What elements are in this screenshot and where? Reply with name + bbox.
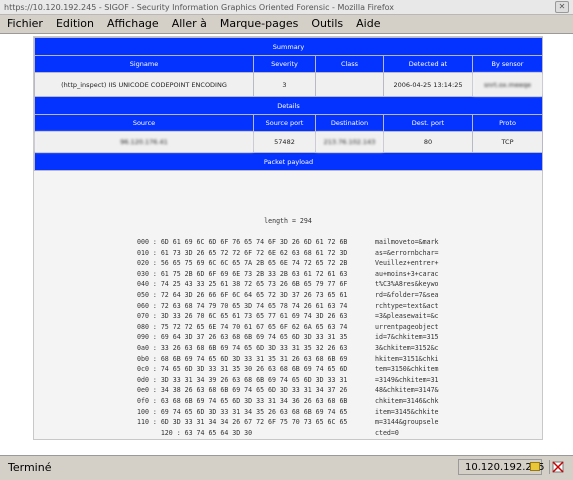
source-port-value: 57482 xyxy=(253,131,316,153)
hex-line: 000 : 6D 61 69 6C 6D 6F 76 65 74 6F 3D 2… xyxy=(137,238,348,246)
ascii-line: =3149&chkitem=31 xyxy=(375,375,439,384)
signame-value: (http_inspect) IIS UNICODE CODEPOINT ENC… xyxy=(34,72,254,97)
summary-section-title: Summary xyxy=(34,37,543,56)
destination-value: 213.76.102.143 xyxy=(315,131,384,153)
ascii-line: =3&pleasewait=&c xyxy=(375,312,439,321)
header-by-sensor: By sensor xyxy=(472,55,543,73)
dest-port-value: 80 xyxy=(383,131,473,153)
header-signame: Signame xyxy=(34,55,254,73)
summary-header-row: Signame Severity Class Detected at By se… xyxy=(34,55,543,73)
alert-panel: Summary Signame Severity Class Detected … xyxy=(33,36,543,440)
ascii-line: au+moins+3+carac xyxy=(375,269,439,278)
ascii-line: Veuillez+entrer+ xyxy=(375,259,439,268)
menu-aller-a[interactable]: Aller à xyxy=(165,17,213,30)
ascii-line: rchtype=text&act xyxy=(375,301,439,310)
details-section-title: Details xyxy=(34,96,543,115)
severity-value: 3 xyxy=(253,72,316,97)
hex-line: 090 : 69 64 3D 37 26 63 68 6B 69 74 65 6… xyxy=(137,333,348,342)
hex-line: 110 : 6D 3D 33 31 34 34 26 67 72 6F 75 7… xyxy=(137,418,348,427)
hex-line: 0f0 : 63 68 6B 69 74 65 6D 3D 33 31 34 3… xyxy=(137,396,348,405)
hex-line: 070 : 3D 33 26 70 6C 65 61 73 65 77 61 6… xyxy=(137,312,348,321)
summary-row: (http_inspect) IIS UNICODE CODEPOINT ENC… xyxy=(34,72,543,97)
header-destination: Destination xyxy=(315,114,384,132)
ascii-line: tem=3150&chkitem xyxy=(375,365,439,374)
window-titlebar: https://10.120.192.245 - SIGOF - Securit… xyxy=(0,0,573,15)
details-header-row: Source Source port Destination Dest. por… xyxy=(34,114,543,132)
hex-dump: 000 : 6D 61 69 6C 6D 6F 76 65 74 6F 3D 2… xyxy=(137,237,347,438)
hex-line: 120 : 63 74 65 64 3D 30 xyxy=(137,428,253,437)
ascii-line: hkitem=3151&chki xyxy=(375,354,439,363)
hex-line: 0d0 : 3D 33 31 34 39 26 63 68 6B 69 74 6… xyxy=(137,375,348,384)
packet-payload: length = 294 000 : 6D 61 69 6C 6D 6F 76 … xyxy=(34,207,542,437)
hex-line: 060 : 72 63 68 74 79 70 65 3D 74 65 78 7… xyxy=(137,301,348,310)
page-viewport: Summary Signame Severity Class Detected … xyxy=(0,33,573,455)
ascii-line: rd=&folder=7&sea xyxy=(375,290,439,299)
alert-table: Summary Signame Severity Class Detected … xyxy=(34,37,543,171)
hex-line: 050 : 72 64 3D 26 66 6F 6C 64 65 72 3D 3… xyxy=(137,290,348,299)
ascii-line: m=3144&groupsele xyxy=(375,418,439,427)
menu-affichage[interactable]: Affichage xyxy=(100,17,165,30)
ascii-line: id=7&chkitem=315 xyxy=(375,333,439,342)
hex-line: 080 : 75 72 72 65 6E 74 70 61 67 65 6F 6… xyxy=(137,322,348,331)
menu-bar: Fichier Edition Affichage Aller à Marque… xyxy=(0,15,573,32)
lock-icon[interactable] xyxy=(530,462,540,471)
ascii-line: cted=0 xyxy=(375,428,399,437)
header-source: Source xyxy=(34,114,254,132)
hex-line: 020 : 56 65 75 69 6C 6C 65 7A 2B 65 6E 7… xyxy=(137,259,348,268)
popup-blocked-icon-glyph xyxy=(552,461,564,473)
header-source-port: Source port xyxy=(253,114,316,132)
hex-line: 0e0 : 34 38 26 63 68 6B 69 74 65 6D 3D 3… xyxy=(137,386,348,395)
hex-line: 040 : 74 25 43 33 25 61 38 72 65 73 26 6… xyxy=(137,280,348,289)
ascii-line: item=3145&chkite xyxy=(375,407,439,416)
menu-outils[interactable]: Outils xyxy=(304,17,349,30)
close-icon[interactable]: ✕ xyxy=(555,1,569,13)
payload-length: length = 294 xyxy=(264,217,312,225)
header-dest-port: Dest. port xyxy=(383,114,473,132)
header-severity: Severity xyxy=(253,55,316,73)
ascii-line: chkitem=3146&chk xyxy=(375,396,439,405)
hex-line: 100 : 69 74 65 6D 3D 33 31 34 35 26 63 6… xyxy=(137,407,348,416)
by-sensor-value: snrt.ox.meeqe xyxy=(472,72,543,97)
header-class: Class xyxy=(315,55,384,73)
ascii-line: urrentpageobject xyxy=(375,322,439,331)
popup-blocked-icon[interactable] xyxy=(549,460,566,474)
ascii-line: 3&chkitem=3152&c xyxy=(375,343,439,352)
details-row: 96.120.176.41 57482 213.76.102.143 80 TC… xyxy=(34,131,543,153)
hex-line: 0c0 : 74 65 6D 3D 33 31 35 30 26 63 68 6… xyxy=(137,365,348,374)
hex-line: 0a0 : 33 26 63 68 6B 69 74 65 6D 3D 33 3… xyxy=(137,343,348,352)
payload-section-title: Packet payload xyxy=(34,152,543,171)
menu-fichier[interactable]: Fichier xyxy=(0,17,49,30)
source-value: 96.120.176.41 xyxy=(34,131,254,153)
menu-marque-pages[interactable]: Marque-pages xyxy=(213,17,304,30)
window-title: https://10.120.192.245 - SIGOF - Securit… xyxy=(4,2,395,12)
status-bar: Terminé 10.120.192.245 xyxy=(0,455,573,480)
ascii-line: t%C3%A8res&keywo xyxy=(375,280,439,289)
class-value xyxy=(315,72,384,97)
detected-at-value: 2006-04-25 13:14:25 xyxy=(383,72,473,97)
hex-line: 0b0 : 68 6B 69 74 65 6D 3D 33 31 35 31 2… xyxy=(137,354,348,363)
ascii-dump: mailmoveto=&mark as=&errornbchar= Veuillez… xyxy=(375,237,439,438)
proto-value: TCP xyxy=(472,131,543,153)
status-text: Terminé xyxy=(8,461,52,474)
ascii-line: mailmoveto=&mark xyxy=(375,238,439,246)
hex-line: 030 : 61 75 2B 6D 6F 69 6E 73 2B 33 2B 6… xyxy=(137,269,348,278)
menu-aide[interactable]: Aide xyxy=(349,17,386,30)
menu-edition[interactable]: Edition xyxy=(49,17,100,30)
ascii-line: as=&errornbchar= xyxy=(375,248,439,257)
hex-line: 010 : 61 73 3D 26 65 72 72 6F 72 6E 62 6… xyxy=(137,248,348,257)
header-detected-at: Detected at xyxy=(383,55,473,73)
header-proto: Proto xyxy=(472,114,543,132)
ascii-line: 48&chkitem=3147& xyxy=(375,386,439,395)
